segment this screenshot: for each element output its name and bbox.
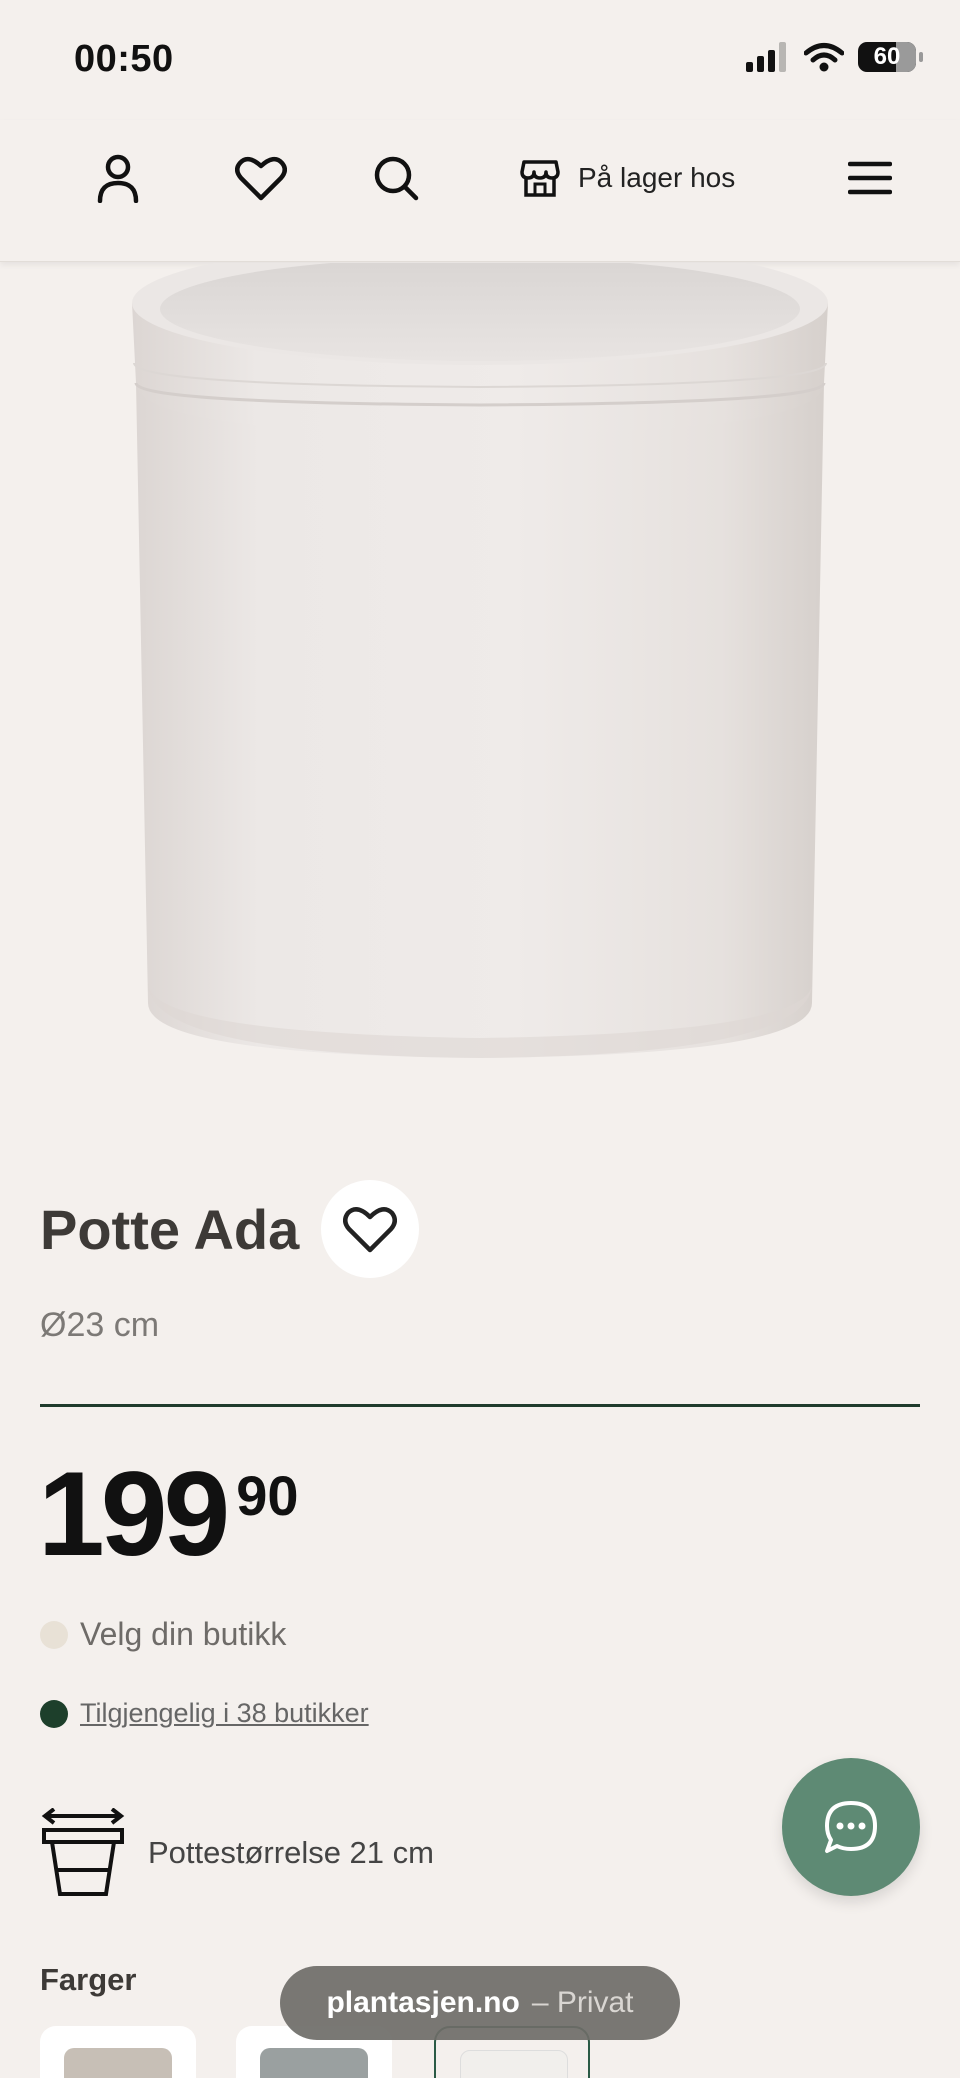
- store-stock-label: På lager hos: [578, 162, 736, 193]
- product-size: Ø23 cm: [40, 1306, 160, 1344]
- search-icon: [374, 156, 419, 201]
- chat-button[interactable]: [782, 1758, 920, 1896]
- search-button[interactable]: [366, 148, 426, 208]
- availability-link[interactable]: Tilgjengelig i 38 butikker: [80, 1698, 369, 1729]
- menu-button[interactable]: [840, 148, 900, 208]
- product-page: 00:50 60 På lager hos Potte Ada Ø23 cm 1…: [0, 0, 960, 2078]
- add-to-favorites-button[interactable]: [321, 1180, 420, 1278]
- header-nav: På lager hos: [0, 120, 960, 262]
- user-icon: [97, 154, 139, 203]
- store-status-dot: [40, 1620, 68, 1649]
- store-icon: [520, 160, 560, 197]
- price-main: 199: [38, 1447, 230, 1581]
- status-bar: 00:50 60: [0, 0, 960, 120]
- status-icons: 60: [746, 42, 923, 72]
- product-title: Potte Ada: [40, 1197, 300, 1261]
- battery-level: 60: [873, 43, 901, 70]
- title-row: Potte Ada: [40, 1180, 420, 1278]
- favorites-button[interactable]: [231, 148, 291, 208]
- chat-bubble-icon: [825, 1801, 877, 1853]
- store-stock-link[interactable]: På lager hos: [520, 150, 735, 206]
- price-cents: 90: [236, 1464, 299, 1527]
- availability-dot: [40, 1699, 68, 1728]
- pot-size-row: Pottestørrelse 21 cm: [40, 1808, 434, 1898]
- account-button[interactable]: [88, 148, 148, 208]
- battery-icon: 60: [858, 42, 923, 72]
- product-image[interactable]: [0, 241, 960, 1143]
- divider: [40, 1404, 920, 1407]
- browser-private-mode: – Privat: [531, 1986, 634, 2019]
- pot-size-label: Pottestørrelse 21 cm: [148, 1835, 434, 1870]
- browser-domain: plantasjen.no: [326, 1986, 520, 2019]
- hamburger-menu-icon: [848, 161, 892, 195]
- colors-heading: Farger: [40, 1962, 137, 1997]
- color-swatch-pot: [260, 2048, 368, 2078]
- browser-url-bar[interactable]: plantasjen.no – Privat: [280, 1966, 680, 2040]
- color-swatch-beige[interactable]: [40, 2026, 196, 2078]
- choose-store-label: Velg din butikk: [80, 1616, 287, 1652]
- price: 199 90: [38, 1454, 299, 1574]
- color-swatch-pot: [460, 2050, 568, 2078]
- heart-icon: [343, 1207, 398, 1253]
- cellular-signal-icon: [746, 42, 786, 72]
- color-swatch-pot: [64, 2048, 172, 2078]
- status-time: 00:50: [74, 38, 174, 80]
- wifi-icon: [804, 43, 844, 72]
- availability-row: Tilgjengelig i 38 butikker: [40, 1698, 369, 1729]
- choose-store-row[interactable]: Velg din butikk: [40, 1616, 286, 1653]
- heart-icon: [235, 156, 287, 201]
- pot-size-icon: [41, 1808, 125, 1896]
